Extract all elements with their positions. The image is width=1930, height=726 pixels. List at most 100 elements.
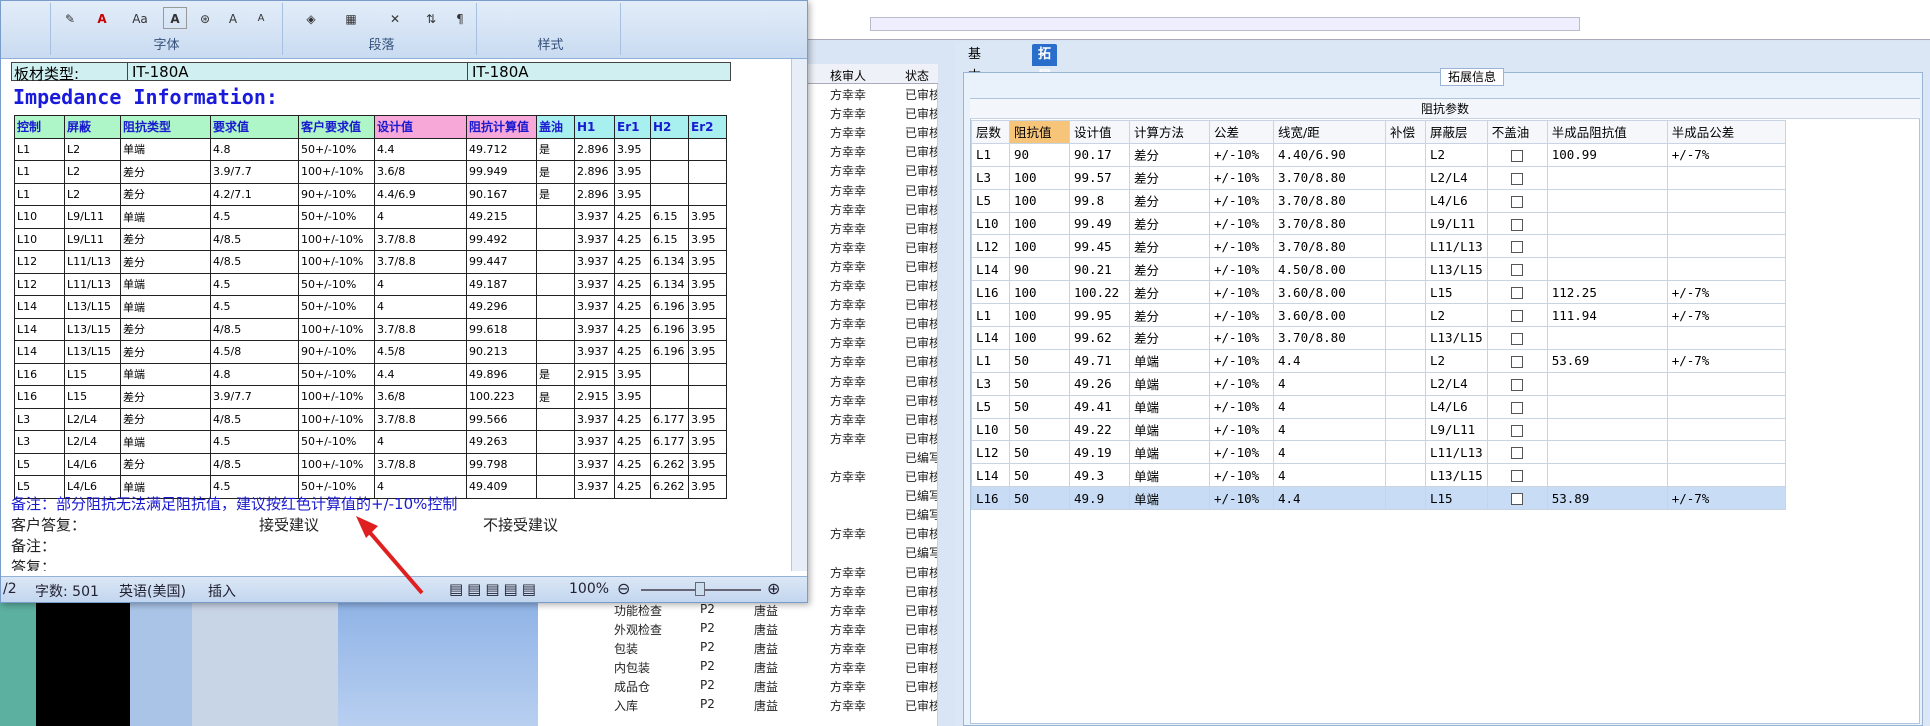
vertical-scrollbar[interactable] <box>791 59 807 571</box>
checkbox-icon[interactable] <box>1511 195 1524 208</box>
checkbox-icon[interactable] <box>1511 493 1524 506</box>
no-cover-oil-checkbox[interactable] <box>1486 280 1548 305</box>
grid-row[interactable]: L16 100 100.22 差分 +/-10% 3.60/8.00 L15 112.25 +/… <box>971 280 1786 305</box>
grid-row[interactable]: L10 100 99.49 差分 +/-10% 3.70/8.80 L9/L11 <box>971 211 1786 236</box>
checkbox-icon[interactable] <box>1511 424 1524 437</box>
no-cover-oil-checkbox[interactable] <box>1486 486 1548 511</box>
checkbox-icon[interactable] <box>1511 218 1524 231</box>
no-cover-oil-checkbox[interactable] <box>1486 440 1548 465</box>
insert-mode[interactable]: 插入 <box>208 581 236 601</box>
no-cover-oil-checkbox[interactable] <box>1486 188 1548 213</box>
grid-cell <box>1385 211 1426 236</box>
list-item[interactable]: 包装 P2 唐益 方幸幸 已审核 <box>538 638 937 657</box>
checkbox-icon[interactable] <box>1511 447 1524 460</box>
grid-col-header[interactable]: 阻抗值 <box>1009 120 1070 144</box>
grid-row[interactable]: L12 50 49.19 单端 +/-10% 4 L11/L13 <box>971 440 1786 465</box>
accept-suggestion[interactable]: 接受建议 <box>259 514 319 535</box>
language-indicator[interactable]: 英语(美国) <box>119 581 186 601</box>
grid-col-header[interactable]: 层数 <box>971 120 1010 144</box>
zoom-level[interactable]: 100% <box>569 581 609 597</box>
change-case-button[interactable]: Aa <box>123 7 157 29</box>
list-item[interactable]: 成品仓 P2 唐益 方幸幸 已审核 <box>538 676 937 695</box>
grid-row[interactable]: L14 90 90.21 差分 +/-10% 4.50/8.00 L13/L15 <box>971 257 1786 282</box>
no-cover-oil-checkbox[interactable] <box>1486 257 1548 282</box>
grid-row[interactable]: L1 100 99.95 差分 +/-10% 3.60/8.00 L2 111.94 +/-7% <box>971 303 1786 328</box>
list-item[interactable]: 入库 P2 唐益 方幸幸 已审核 <box>538 695 937 714</box>
grid-col-header[interactable]: 半成品公差 <box>1666 120 1786 144</box>
horizontal-scrollbar[interactable] <box>870 17 1580 31</box>
checkbox-icon[interactable] <box>1511 401 1524 414</box>
char-shading-button[interactable]: A <box>163 7 187 29</box>
grid-row[interactable]: L1 90 90.17 差分 +/-10% 4.40/6.90 L2 100.99 +/-7% <box>971 142 1786 167</box>
zoom-in-icon[interactable]: ⊕ <box>767 579 780 598</box>
checkbox-icon[interactable] <box>1511 241 1524 254</box>
list-item[interactable]: 外观检查 P2 唐益 方幸幸 已审核 <box>538 619 937 638</box>
borders-icon[interactable]: ▦ <box>333 7 369 29</box>
impedance-cell: 90.213 <box>466 340 537 364</box>
grid-row[interactable]: L16 50 49.9 单端 +/-10% 4.4 L15 53.89 +/-7% <box>971 486 1786 511</box>
no-cover-oil-checkbox[interactable] <box>1486 348 1548 373</box>
no-cover-oil-checkbox[interactable] <box>1486 303 1548 328</box>
grid-col-header[interactable]: 公差 <box>1209 120 1274 144</box>
checkbox-icon[interactable] <box>1511 172 1524 185</box>
no-cover-oil-checkbox[interactable] <box>1486 326 1548 350</box>
checkbox-icon[interactable] <box>1511 264 1524 277</box>
checkbox-icon[interactable] <box>1511 332 1524 345</box>
grid-col-header[interactable]: 设计值 <box>1069 120 1130 144</box>
impedance-cell: 3.95 <box>688 407 727 431</box>
view-mode-icons[interactable]: ▤▤▤▤▤ <box>449 580 540 598</box>
grid-col-header[interactable]: 屏蔽层 <box>1425 120 1488 144</box>
grid-row[interactable]: L3 50 49.26 单端 +/-10% 4 L2/L4 <box>971 371 1786 396</box>
grid-row[interactable]: L14 50 49.3 单端 +/-10% 4 L13/L15 <box>971 463 1786 488</box>
no-cover-oil-checkbox[interactable] <box>1486 371 1548 396</box>
grid-row[interactable]: L12 100 99.45 差分 +/-10% 3.70/8.80 L11/L13 <box>971 234 1786 259</box>
tab-extended-info[interactable]: 拓展信息 <box>1032 44 1058 128</box>
no-cover-oil-checkbox[interactable] <box>1486 165 1548 190</box>
no-cover-oil-checkbox[interactable] <box>1486 234 1548 259</box>
grid-row[interactable]: L1 50 49.71 单端 +/-10% 4.4 L2 53.69 +/-7% <box>971 348 1786 373</box>
grid-col-header[interactable]: 半成品阻抗值 <box>1546 120 1668 144</box>
zoom-out-icon[interactable]: ⊖ <box>617 579 630 598</box>
no-cover-oil-checkbox[interactable] <box>1486 394 1548 419</box>
document-area[interactable]: 板材类型: IT-180A IT-180A Impedance Informat… <box>1 59 771 571</box>
grid-col-header[interactable]: 线宽/距 <box>1273 120 1386 144</box>
checkbox-icon[interactable] <box>1511 310 1524 323</box>
grid-col-header[interactable]: 计算方法 <box>1129 120 1210 144</box>
list-cell-s: 已审核 <box>905 183 938 198</box>
enclose-char-icon[interactable]: ⊛ <box>193 7 217 29</box>
grid-row[interactable]: L10 50 49.22 单端 +/-10% 4 L9/L11 <box>971 417 1786 442</box>
grow-font-button[interactable]: A <box>221 7 245 29</box>
grid-row[interactable]: L5 50 49.41 单端 +/-10% 4 L4/L6 <box>971 394 1786 419</box>
grid-row[interactable]: L3 100 99.57 差分 +/-10% 3.70/8.80 L2/L4 <box>971 165 1786 190</box>
grid-row[interactable]: L5 100 99.8 差分 +/-10% 3.70/8.80 L4/L6 <box>971 188 1786 213</box>
list-item[interactable]: 内包装 P2 唐益 方幸幸 已审核 <box>538 657 937 676</box>
checkbox-icon[interactable] <box>1511 470 1524 483</box>
grid-cell <box>1385 280 1426 305</box>
grid-row[interactable]: L14 100 99.62 差分 +/-10% 3.70/8.80 L13/L15 <box>971 326 1786 350</box>
grid-col-header[interactable]: 不盖油 <box>1486 120 1548 144</box>
checkbox-icon[interactable] <box>1511 355 1524 368</box>
impedance-cell: 3.9/7.7 <box>210 160 299 184</box>
grid-cell <box>1666 234 1786 259</box>
font-color-button[interactable]: A <box>87 7 117 29</box>
highlight-icon[interactable]: ✎ <box>55 7 85 29</box>
no-cover-oil-checkbox[interactable] <box>1486 211 1548 236</box>
shading-icon[interactable]: ◈ <box>293 7 329 29</box>
sort-icon[interactable]: ⇅ <box>417 7 445 29</box>
grid-col-header[interactable]: 补偿 <box>1385 120 1426 144</box>
impedance-params-grid[interactable]: 层数 阻抗值 设计值 计算方法 公差 线宽/距 补偿 屏蔽层 不盖油 半成品阻抗值 半成品公差 L1… <box>971 120 1786 511</box>
checkbox-icon[interactable] <box>1511 149 1524 162</box>
no-cover-oil-checkbox[interactable] <box>1486 142 1548 167</box>
paragraph-mark-icon[interactable]: ¶ <box>447 7 473 29</box>
checkbox-icon[interactable] <box>1511 287 1524 300</box>
reject-suggestion[interactable]: 不接受建议 <box>483 514 558 535</box>
zoom-slider-thumb[interactable] <box>695 582 705 596</box>
checkbox-icon[interactable] <box>1511 378 1524 391</box>
page-indicator[interactable]: /2 <box>3 581 17 597</box>
no-cover-oil-checkbox[interactable] <box>1486 463 1548 488</box>
no-cover-oil-checkbox[interactable] <box>1486 417 1548 442</box>
shrink-font-button[interactable]: A <box>249 7 273 29</box>
word-count[interactable]: 字数: 501 <box>35 581 99 601</box>
tab-basic-info[interactable]: 基本信息 <box>962 44 987 128</box>
chinese-layout-icon[interactable]: ✕ <box>375 7 415 29</box>
